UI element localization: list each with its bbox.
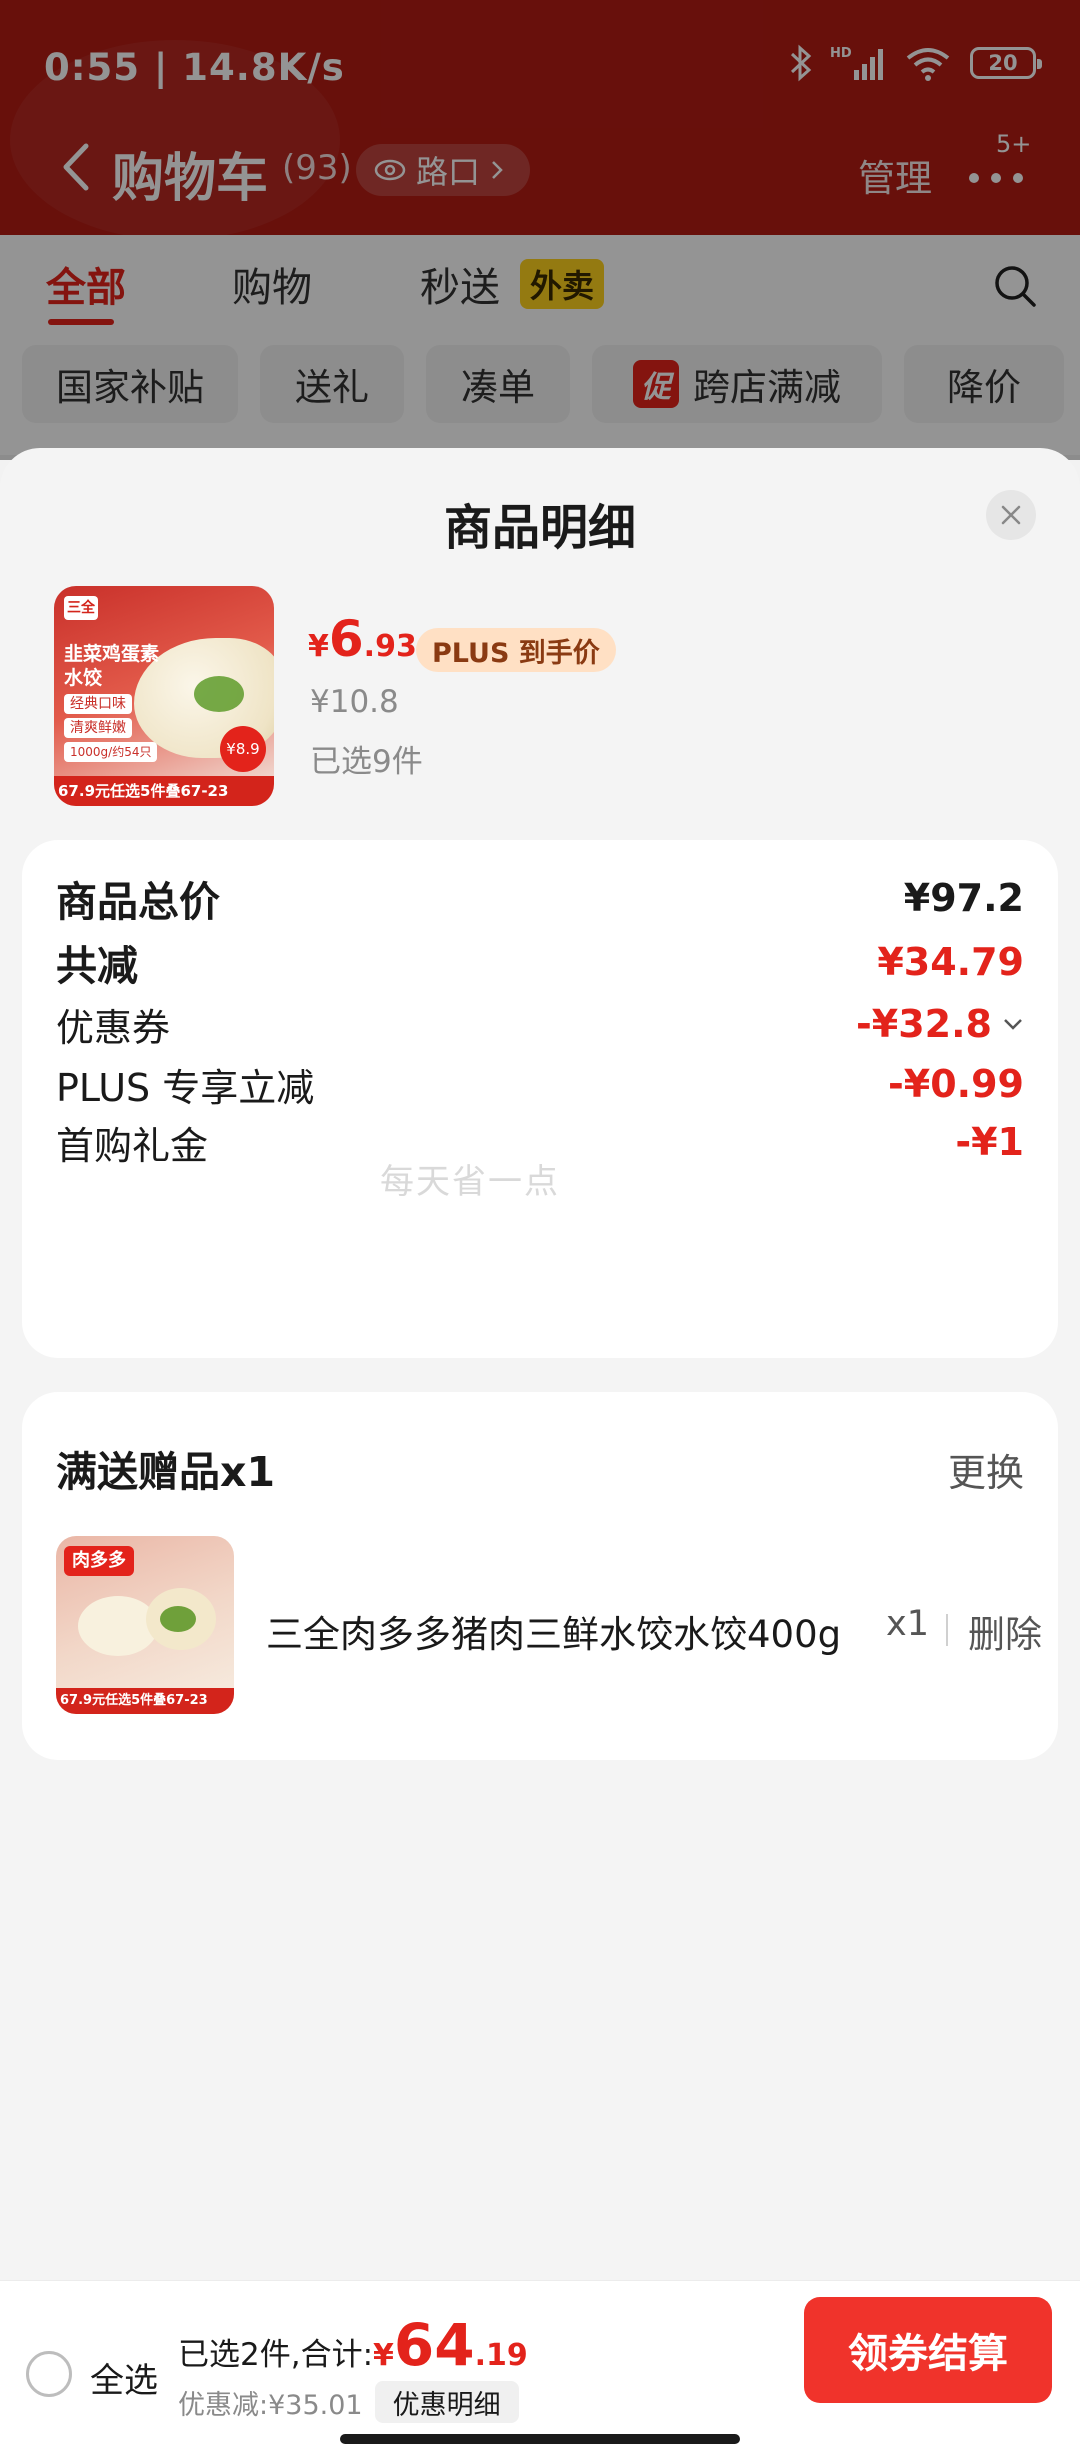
thumb-tag: 经典口味 — [64, 694, 132, 714]
gift-name[interactable]: 三全肉多多猪肉三鲜水饺水饺400g — [266, 1604, 866, 1658]
total-value: ¥97.2 — [903, 876, 1024, 920]
thumb-tag: 清爽鲜嫩 — [64, 718, 132, 738]
select-all-checkbox[interactable] — [26, 2351, 72, 2397]
product-detail-sheet: 商品明细 三全 韭菜鸡蛋素水饺 经典口味 清爽鲜嫩 1000g/约54只 ¥8.… — [0, 448, 1080, 2460]
coupon-value: -¥32.8 — [856, 1002, 992, 1046]
coupon-row[interactable]: 优惠券 -¥32.8 — [56, 994, 1024, 1054]
total-label: 商品总价 — [56, 878, 220, 926]
plus-discount-label: PLUS 专享立减 — [56, 1065, 315, 1110]
total-decimal: .19 — [474, 2338, 528, 2373]
final-price: ¥6.93 — [308, 610, 417, 668]
saved-value: ¥34.79 — [877, 940, 1024, 984]
gift-image[interactable]: 肉多多 67.9元任选5件叠67-23 — [56, 1536, 234, 1714]
plus-price-badge: PLUS 到手价 — [416, 628, 616, 672]
price-integer: 6 — [328, 610, 364, 668]
select-all-label[interactable]: 全选 — [90, 2353, 158, 2402]
filling-graphic — [160, 1606, 196, 1632]
saved-row: 共减 ¥34.79 — [56, 932, 1024, 992]
brand-logo: 三全 — [64, 596, 98, 620]
watermark-text: 每天省一点 — [380, 1162, 560, 1202]
gift-card: 满送赠品x1 更换 肉多多 67.9元任选5件叠67-23 三全肉多多猪肉三鲜水… — [22, 1392, 1058, 1760]
coupon-value-group: -¥32.8 — [856, 1002, 1024, 1046]
discount-amount: 优惠减:¥35.01 — [178, 2389, 363, 2421]
discount-detail-button[interactable]: 优惠明细 — [374, 2381, 519, 2423]
discount-line: 优惠减:¥35.01 优惠明细 — [178, 2381, 519, 2423]
original-price: ¥10.8 — [310, 684, 399, 720]
total-integer: 64 — [393, 2311, 475, 2379]
gift-title: 满送赠品x1 — [56, 1448, 275, 1496]
thumb-tag: 1000g/约54只 — [64, 742, 158, 762]
total-row: 商品总价 ¥97.2 — [56, 868, 1024, 928]
price-breakdown-card: 商品总价 ¥97.2 共减 ¥34.79 优惠券 -¥32.8 PLUS 专享立… — [22, 840, 1058, 1358]
divider — [946, 1614, 948, 1646]
summary-prefix: 已选2件,合计: — [178, 2337, 374, 2373]
first-purchase-value: -¥1 — [955, 1120, 1024, 1164]
price-symbol: ¥ — [308, 629, 329, 664]
gift-quantity: x1 — [886, 1604, 929, 1644]
close-icon — [1001, 505, 1021, 525]
chevron-down-icon[interactable] — [1002, 1017, 1024, 1031]
gift-promo-strip: 67.9元任选5件叠67-23 — [56, 1688, 234, 1714]
thumb-price-badge: ¥8.9 — [220, 726, 266, 772]
coupon-label: 优惠券 — [56, 1005, 171, 1050]
modal-overlay[interactable] — [0, 0, 1080, 460]
plus-discount-row: PLUS 专享立减 -¥0.99 — [56, 1054, 1024, 1114]
product-image[interactable]: 三全 韭菜鸡蛋素水饺 经典口味 清爽鲜嫩 1000g/约54只 ¥8.9 67.… — [54, 586, 274, 806]
home-indicator[interactable] — [340, 2434, 740, 2444]
total-symbol: ¥ — [373, 2338, 394, 2373]
filling-graphic — [194, 676, 244, 712]
plus-discount-value: -¥0.99 — [888, 1062, 1024, 1106]
sheet-title: 商品明细 — [443, 500, 636, 556]
gift-brand-logo: 肉多多 — [64, 1546, 134, 1576]
change-gift-button[interactable]: 更换 — [948, 1442, 1024, 1497]
checkout-bar: 全选 已选2件,合计: ¥64.19 优惠减:¥35.01 优惠明细 领券结算 — [0, 2280, 1080, 2460]
first-purchase-label: 首购礼金 — [56, 1123, 209, 1168]
saved-label: 共减 — [56, 942, 138, 990]
close-button[interactable] — [986, 490, 1036, 540]
order-summary: 已选2件,合计: ¥64.19 — [178, 2311, 528, 2379]
thumb-promo-strip: 67.9元任选5件叠67-23 — [54, 776, 274, 806]
checkout-button[interactable]: 领券结算 — [804, 2297, 1052, 2403]
selected-count: 已选9件 — [310, 744, 423, 780]
price-decimal: .93 — [363, 629, 417, 664]
delete-gift-button[interactable]: 删除 — [968, 1604, 1042, 1658]
thumb-product-title: 韭菜鸡蛋素水饺 — [64, 643, 160, 689]
order-total: ¥64.19 — [373, 2311, 528, 2379]
